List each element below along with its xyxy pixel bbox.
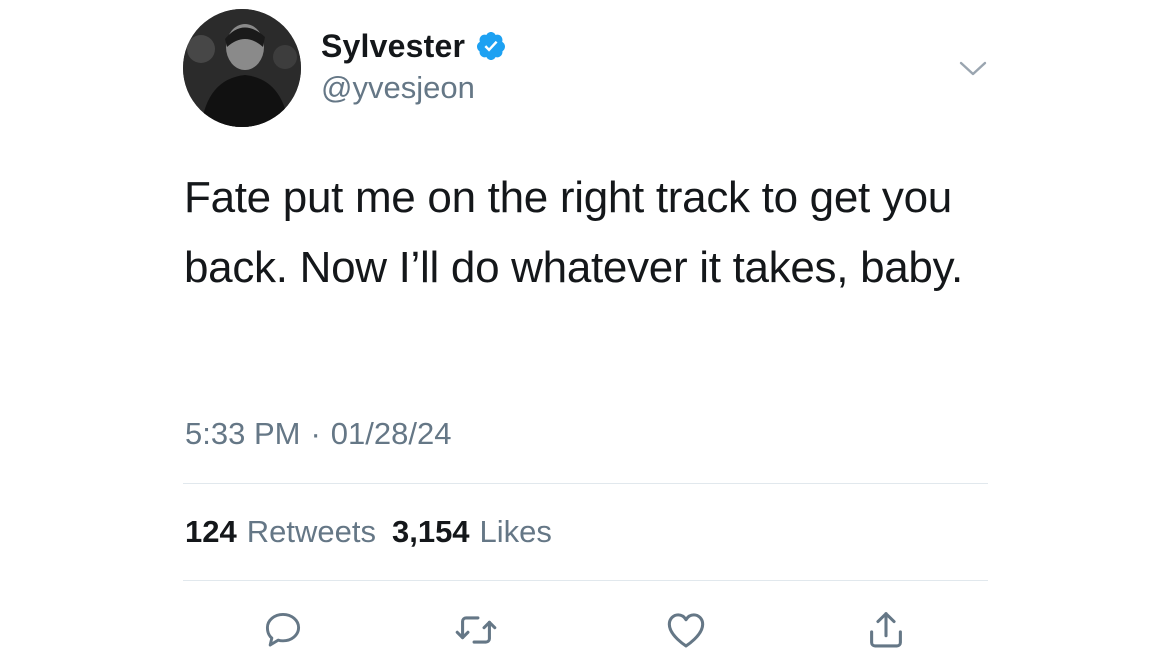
chevron-down-icon[interactable] xyxy=(958,56,988,80)
speech-bubble-icon xyxy=(265,612,301,647)
heart-icon xyxy=(667,613,705,648)
tweet-date: 01/28/24 xyxy=(330,416,452,451)
retweets-label[interactable]: Retweets xyxy=(247,514,376,550)
user-name-row: Sylvester xyxy=(321,26,507,66)
tweet-card: Sylvester @yvesjeon Fate put me on the r… xyxy=(0,0,1170,659)
user-handle[interactable]: @yvesjeon xyxy=(321,70,475,106)
display-name[interactable]: Sylvester xyxy=(321,28,465,65)
likes-label[interactable]: Likes xyxy=(480,514,552,550)
meta-separator: · xyxy=(310,416,321,451)
tweet-stats: 124 Retweets 3,154 Likes xyxy=(185,514,568,550)
tweet-time: 5:33 PM xyxy=(185,416,301,451)
like-button[interactable] xyxy=(662,606,710,654)
reply-button[interactable] xyxy=(259,606,307,654)
divider xyxy=(183,580,988,581)
retweet-arrows-icon xyxy=(455,616,497,644)
divider xyxy=(183,483,988,484)
retweets-count[interactable]: 124 xyxy=(185,514,237,550)
profile-photo-icon xyxy=(183,9,301,127)
likes-count[interactable]: 3,154 xyxy=(392,514,470,550)
tweet-timestamp[interactable]: 5:33 PM · 01/28/24 xyxy=(185,416,451,452)
share-upload-icon xyxy=(870,612,902,648)
avatar[interactable] xyxy=(183,9,301,127)
verified-badge-icon xyxy=(475,30,507,62)
share-button[interactable] xyxy=(862,606,910,654)
retweet-button[interactable] xyxy=(452,606,500,654)
tweet-text: Fate put me on the right track to get yo… xyxy=(184,173,963,292)
